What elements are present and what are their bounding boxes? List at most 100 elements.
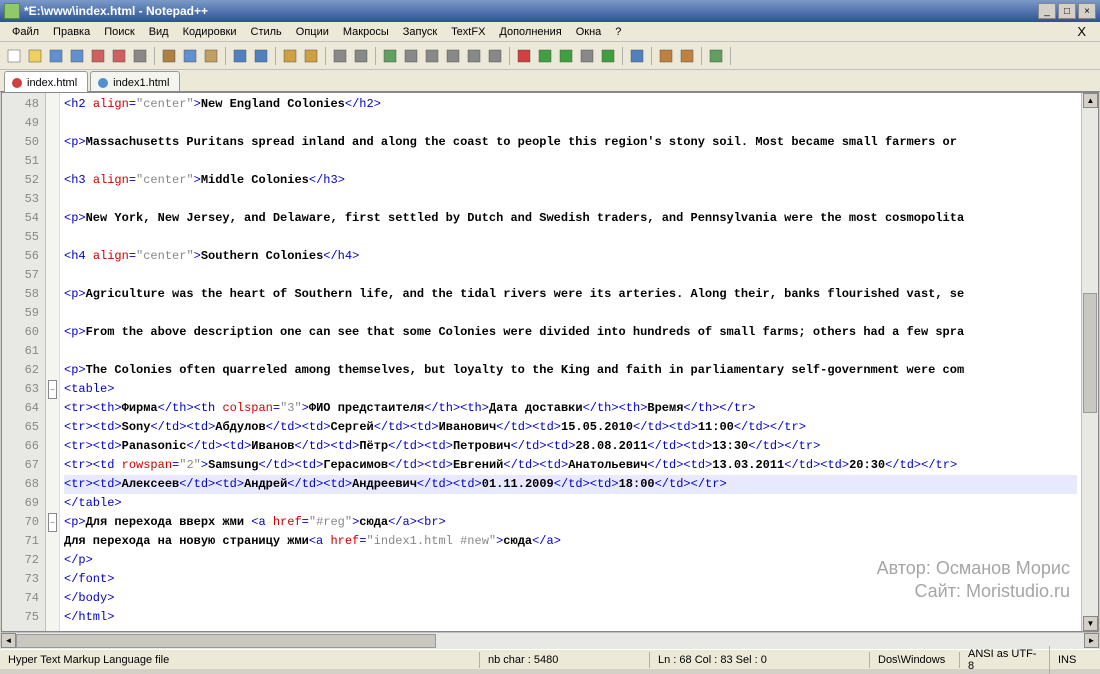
rec-button[interactable] [514, 46, 534, 66]
horizontal-scroll-thumb[interactable] [16, 634, 436, 648]
menu-?[interactable]: ? [609, 24, 627, 40]
menu-вид[interactable]: Вид [143, 24, 175, 40]
toolbar-separator [622, 47, 623, 65]
maximize-button[interactable]: □ [1058, 3, 1076, 19]
fold-cell[interactable]: − [46, 380, 59, 399]
code-line[interactable] [64, 266, 1077, 285]
fold-cell[interactable]: − [46, 513, 59, 532]
code-line[interactable]: <h3 align="center">Middle Colonies</h3> [64, 171, 1077, 190]
statusbar: Hyper Text Markup Language file nb char … [0, 649, 1100, 669]
print-button[interactable] [130, 46, 150, 66]
play-button[interactable] [535, 46, 555, 66]
line-number: 66 [2, 437, 45, 456]
code-area[interactable]: <h2 align="center">New England Colonies<… [60, 93, 1081, 631]
close-button[interactable] [88, 46, 108, 66]
fold-cell [46, 342, 59, 361]
copy-button[interactable] [180, 46, 200, 66]
undo-button[interactable] [230, 46, 250, 66]
code-line[interactable]: <tr><td>Sony</td><td>Абдулов</td><td>Сер… [64, 418, 1077, 437]
code-line[interactable]: <h2 align="center">New England Colonies<… [64, 95, 1077, 114]
stop-button[interactable] [577, 46, 597, 66]
menu-окна[interactable]: Окна [570, 24, 608, 40]
cut-button[interactable] [159, 46, 179, 66]
line-number: 60 [2, 323, 45, 342]
menu-макросы[interactable]: Макросы [337, 24, 395, 40]
menu-опции[interactable]: Опции [290, 24, 335, 40]
redo-button[interactable] [251, 46, 271, 66]
wrap-button[interactable] [401, 46, 421, 66]
fold-minus-icon[interactable]: − [48, 513, 57, 532]
menu-стиль[interactable]: Стиль [245, 24, 288, 40]
playm-button[interactable] [556, 46, 576, 66]
scroll-up-arrow-icon[interactable]: ▲ [1083, 93, 1098, 108]
replace-button[interactable] [301, 46, 321, 66]
code-line[interactable]: </html> [64, 608, 1077, 627]
tab-index-html[interactable]: index.html [4, 71, 88, 92]
fold-button[interactable] [464, 46, 484, 66]
code-line[interactable] [64, 342, 1077, 361]
code-line[interactable]: <tr><td>Алексеев</td><td>Андрей</td><td>… [64, 475, 1077, 494]
fold-minus-icon[interactable]: − [48, 380, 57, 399]
menu-правка[interactable]: Правка [47, 24, 96, 40]
code-line[interactable]: <p>Для перехода вверх жми <a href="#reg"… [64, 513, 1077, 532]
code-line[interactable]: </font> [64, 570, 1077, 589]
code-line[interactable]: </p> [64, 551, 1077, 570]
code-line[interactable] [64, 304, 1077, 323]
code-line[interactable]: <tr><td rowspan="2">Samsung</td><td>Гера… [64, 456, 1077, 475]
menu-поиск[interactable]: Поиск [98, 24, 140, 40]
code-line[interactable] [64, 190, 1077, 209]
saveall-button[interactable] [67, 46, 87, 66]
func2-button[interactable] [677, 46, 697, 66]
minimize-button[interactable]: _ [1038, 3, 1056, 19]
spell-button[interactable] [706, 46, 726, 66]
save-button[interactable] [46, 46, 66, 66]
code-line[interactable]: <p>Massachusetts Puritans spread inland … [64, 133, 1077, 152]
horizontal-scrollbar[interactable]: ◄ ► [1, 632, 1099, 649]
find-button[interactable] [280, 46, 300, 66]
code-line[interactable]: </body> [64, 589, 1077, 608]
sync-button[interactable] [380, 46, 400, 66]
tab-index1-html[interactable]: index1.html [90, 71, 180, 91]
line-number: 68 [2, 475, 45, 494]
func1-button[interactable] [656, 46, 676, 66]
code-line[interactable] [64, 114, 1077, 133]
code-line[interactable]: Для перехода на новую страницу жми<a hre… [64, 532, 1077, 551]
code-line[interactable]: <h4 align="center">Southern Colonies</h4… [64, 247, 1077, 266]
menu-файл[interactable]: Файл [6, 24, 45, 40]
vertical-scrollbar[interactable]: ▲ ▼ [1081, 93, 1098, 631]
close-button[interactable]: × [1078, 3, 1096, 19]
menu-запуск[interactable]: Запуск [397, 24, 443, 40]
scroll-down-arrow-icon[interactable]: ▼ [1083, 616, 1098, 631]
open-button[interactable] [25, 46, 45, 66]
menu-textfx[interactable]: TextFX [445, 24, 491, 40]
code-line[interactable]: <p>The Colonies often quarreled among th… [64, 361, 1077, 380]
indent-button[interactable] [443, 46, 463, 66]
code-line[interactable]: </table> [64, 494, 1077, 513]
chars-icon [424, 48, 440, 64]
zoomout-button[interactable] [351, 46, 371, 66]
code-line[interactable] [64, 228, 1077, 247]
code-line[interactable]: <tr><th>Фирма</th><th colspan="3">ФИО пр… [64, 399, 1077, 418]
code-line[interactable]: <table> [64, 380, 1077, 399]
scroll-right-arrow-icon[interactable]: ► [1084, 633, 1099, 648]
paste-button[interactable] [201, 46, 221, 66]
code-line[interactable] [64, 152, 1077, 171]
menu-дополнения[interactable]: Дополнения [493, 24, 567, 40]
menu-кодировки[interactable]: Кодировки [177, 24, 243, 40]
code-line[interactable]: <p>Agriculture was the heart of Southern… [64, 285, 1077, 304]
chars-button[interactable] [422, 46, 442, 66]
scroll-left-arrow-icon[interactable]: ◄ [1, 633, 16, 648]
code-line[interactable]: <p>From the above description one can se… [64, 323, 1077, 342]
unfold-button[interactable] [485, 46, 505, 66]
redo-icon [253, 48, 269, 64]
code-line[interactable]: <tr><td>Panasonic</td><td>Иванов</td><td… [64, 437, 1077, 456]
bookmark-button[interactable] [627, 46, 647, 66]
playm-icon [558, 48, 574, 64]
code-line[interactable]: <p>New York, New Jersey, and Delaware, f… [64, 209, 1077, 228]
closeall-button[interactable] [109, 46, 129, 66]
menubar-close-button[interactable]: X [1069, 22, 1094, 41]
zoomin-button[interactable] [330, 46, 350, 66]
vertical-scroll-thumb[interactable] [1083, 293, 1097, 413]
playmulti-button[interactable] [598, 46, 618, 66]
new-button[interactable] [4, 46, 24, 66]
